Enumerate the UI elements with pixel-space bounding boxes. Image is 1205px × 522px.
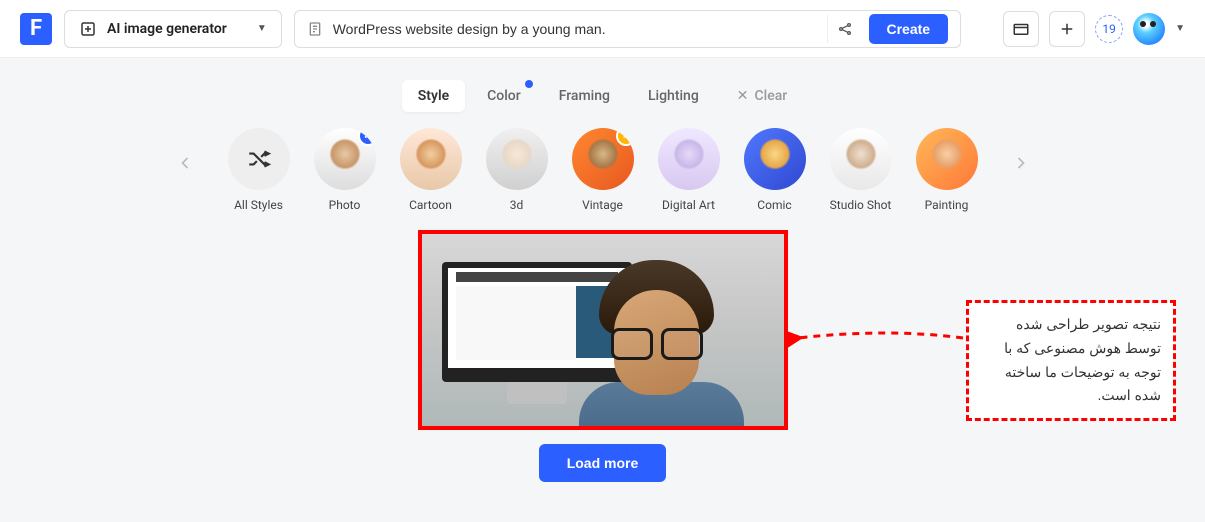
- style-thumbnail: ♛: [572, 128, 634, 190]
- tab-label: Style: [418, 88, 449, 104]
- user-avatar[interactable]: [1133, 13, 1165, 45]
- shuffle-icon: [228, 128, 290, 190]
- logo[interactable]: F: [20, 13, 52, 45]
- style-studio-shot[interactable]: Studio Shot: [830, 128, 892, 212]
- style-items: All Styles ✓ Photo Cartoon 3d ♛ Vintage …: [228, 128, 978, 212]
- next-arrow[interactable]: [1006, 148, 1036, 178]
- caret-down-icon: ▼: [257, 23, 267, 34]
- prompt-bar: Create: [294, 10, 961, 48]
- style-thumbnail: [744, 128, 806, 190]
- illustration-person: [579, 252, 744, 430]
- tab-label: Lighting: [648, 88, 699, 104]
- style-vintage[interactable]: ♛ Vintage: [572, 128, 634, 212]
- style-label: 3d: [510, 198, 524, 212]
- prompt-input[interactable]: [333, 21, 817, 37]
- tab-label: Color: [487, 88, 521, 104]
- folder-button[interactable]: [1003, 11, 1039, 47]
- sparkle-icon: [79, 20, 97, 38]
- caret-down-icon[interactable]: ▼: [1175, 23, 1185, 34]
- tab-lighting[interactable]: Lighting: [632, 80, 715, 112]
- illustration-stand: [507, 382, 567, 404]
- load-more-wrap: Load more: [0, 444, 1205, 482]
- prev-arrow[interactable]: [170, 148, 200, 178]
- annotation-box: نتیجه تصویر طراحی شده توسط هوش مصنوعی که…: [966, 300, 1176, 421]
- style-3d[interactable]: 3d: [486, 128, 548, 212]
- style-label: Vintage: [582, 198, 623, 212]
- create-button[interactable]: Create: [869, 14, 949, 44]
- style-thumbnail: [486, 128, 548, 190]
- style-thumbnail: [916, 128, 978, 190]
- style-label: Painting: [925, 198, 969, 212]
- filter-tabs: Style Color Framing Lighting ✕ Clear: [0, 58, 1205, 128]
- share-icon[interactable]: [827, 15, 855, 43]
- clear-label: Clear: [755, 88, 788, 104]
- style-painting[interactable]: Painting: [916, 128, 978, 212]
- style-label: Digital Art: [662, 198, 715, 212]
- header: F AI image generator ▼ Create: [0, 0, 1205, 58]
- style-label: Comic: [757, 198, 791, 212]
- style-cartoon[interactable]: Cartoon: [400, 128, 462, 212]
- style-thumbnail: ✓: [314, 128, 376, 190]
- load-more-button[interactable]: Load more: [539, 444, 667, 482]
- style-label: Photo: [329, 198, 361, 212]
- header-right: 19 ▼: [1003, 11, 1185, 47]
- annotation-text: نتیجه تصویر طراحی شده توسط هوش مصنوعی که…: [1004, 316, 1161, 403]
- style-photo[interactable]: ✓ Photo: [314, 128, 376, 212]
- crown-icon: ♛: [616, 128, 634, 146]
- style-label: Studio Shot: [830, 198, 892, 212]
- check-icon: ✓: [358, 128, 376, 146]
- document-icon: [307, 21, 323, 37]
- style-digital-art[interactable]: Digital Art: [658, 128, 720, 212]
- tab-style[interactable]: Style: [402, 80, 465, 112]
- style-label: Cartoon: [409, 198, 452, 212]
- style-label: All Styles: [234, 198, 283, 212]
- style-carousel: All Styles ✓ Photo Cartoon 3d ♛ Vintage …: [0, 128, 1205, 212]
- result-image[interactable]: [418, 230, 788, 430]
- clear-button[interactable]: ✕ Clear: [721, 80, 803, 112]
- close-icon: ✕: [737, 88, 749, 104]
- style-thumbnail: [400, 128, 462, 190]
- tab-framing[interactable]: Framing: [543, 80, 626, 112]
- style-all[interactable]: All Styles: [228, 128, 290, 212]
- style-thumbnail: [658, 128, 720, 190]
- tool-selector[interactable]: AI image generator ▼: [64, 10, 282, 48]
- credits-badge[interactable]: 19: [1095, 15, 1123, 43]
- style-thumbnail: [830, 128, 892, 190]
- indicator-dot: [525, 80, 533, 88]
- add-button[interactable]: [1049, 11, 1085, 47]
- tool-label: AI image generator: [107, 21, 227, 37]
- tab-color[interactable]: Color: [471, 80, 537, 112]
- style-comic[interactable]: Comic: [744, 128, 806, 212]
- tab-label: Framing: [559, 88, 610, 104]
